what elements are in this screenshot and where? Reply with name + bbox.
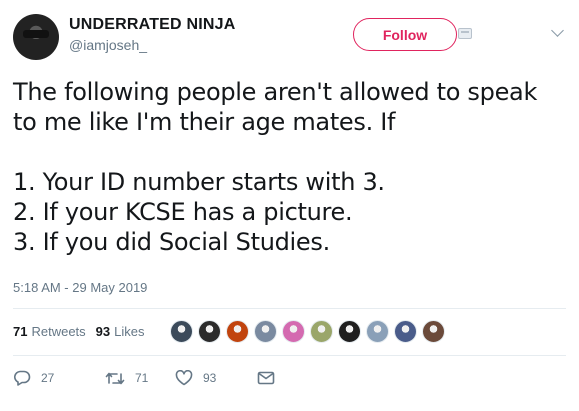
retweets-count: 71 — [13, 324, 28, 339]
tweet-actions: 27 71 93 — [13, 370, 275, 386]
liker-avatar[interactable] — [366, 320, 389, 343]
card-icon — [458, 28, 472, 39]
tweet-line: to me like I'm their age mates. If — [13, 108, 396, 136]
retweet-button[interactable]: 71 — [105, 371, 175, 386]
tweet-timestamp[interactable]: 5:18 AM - 29 May 2019 — [13, 280, 147, 295]
liker-avatar[interactable] — [282, 320, 305, 343]
follow-button[interactable]: Follow — [353, 18, 457, 51]
retweets-label: Retweets — [31, 324, 86, 339]
like-count: 93 — [203, 371, 217, 385]
message-button[interactable] — [257, 371, 275, 385]
display-name[interactable]: UNDERRATED NINJA — [69, 16, 235, 34]
liker-avatar[interactable] — [422, 320, 445, 343]
tweet-card: UNDERRATED NINJA @iamjoseh_ Follow The f… — [0, 0, 579, 411]
liker-avatar[interactable] — [394, 320, 417, 343]
likes-label: Likes — [114, 324, 145, 339]
reply-button[interactable]: 27 — [13, 370, 105, 386]
divider — [13, 355, 566, 356]
divider — [13, 308, 566, 309]
liker-avatar[interactable] — [338, 320, 361, 343]
chevron-down-icon[interactable] — [551, 24, 564, 37]
liker-avatar[interactable] — [310, 320, 333, 343]
liker-avatar[interactable] — [226, 320, 249, 343]
reply-count: 27 — [41, 371, 55, 385]
likes-count: 93 — [95, 324, 111, 339]
retweet-count: 71 — [135, 371, 149, 385]
retweet-icon — [105, 372, 125, 384]
user-handle[interactable]: @iamjoseh_ — [69, 37, 147, 53]
likes-stat[interactable]: 93 Likes — [96, 324, 145, 339]
tweet-line: 2. If your KCSE has a picture. — [13, 198, 353, 226]
heart-icon — [175, 370, 193, 386]
liker-avatar[interactable] — [254, 320, 277, 343]
liker-avatar[interactable] — [170, 320, 193, 343]
tweet-stats: 71 Retweets 93 Likes — [13, 324, 149, 339]
like-button[interactable]: 93 — [175, 370, 257, 386]
envelope-icon — [257, 371, 275, 385]
tweet-text: The following people aren't allowed to s… — [13, 77, 573, 257]
tweet-line: 3. If you did Social Studies. — [13, 228, 330, 256]
retweets-stat[interactable]: 71 Retweets — [13, 324, 86, 339]
tweet-line: 1. Your ID number starts with 3. — [13, 168, 385, 196]
avatar[interactable] — [13, 14, 59, 60]
liker-avatars — [170, 320, 445, 343]
reply-icon — [14, 370, 31, 386]
tweet-line: The following people aren't allowed to s… — [13, 78, 538, 106]
liker-avatar[interactable] — [198, 320, 221, 343]
tweet-line — [13, 137, 573, 167]
